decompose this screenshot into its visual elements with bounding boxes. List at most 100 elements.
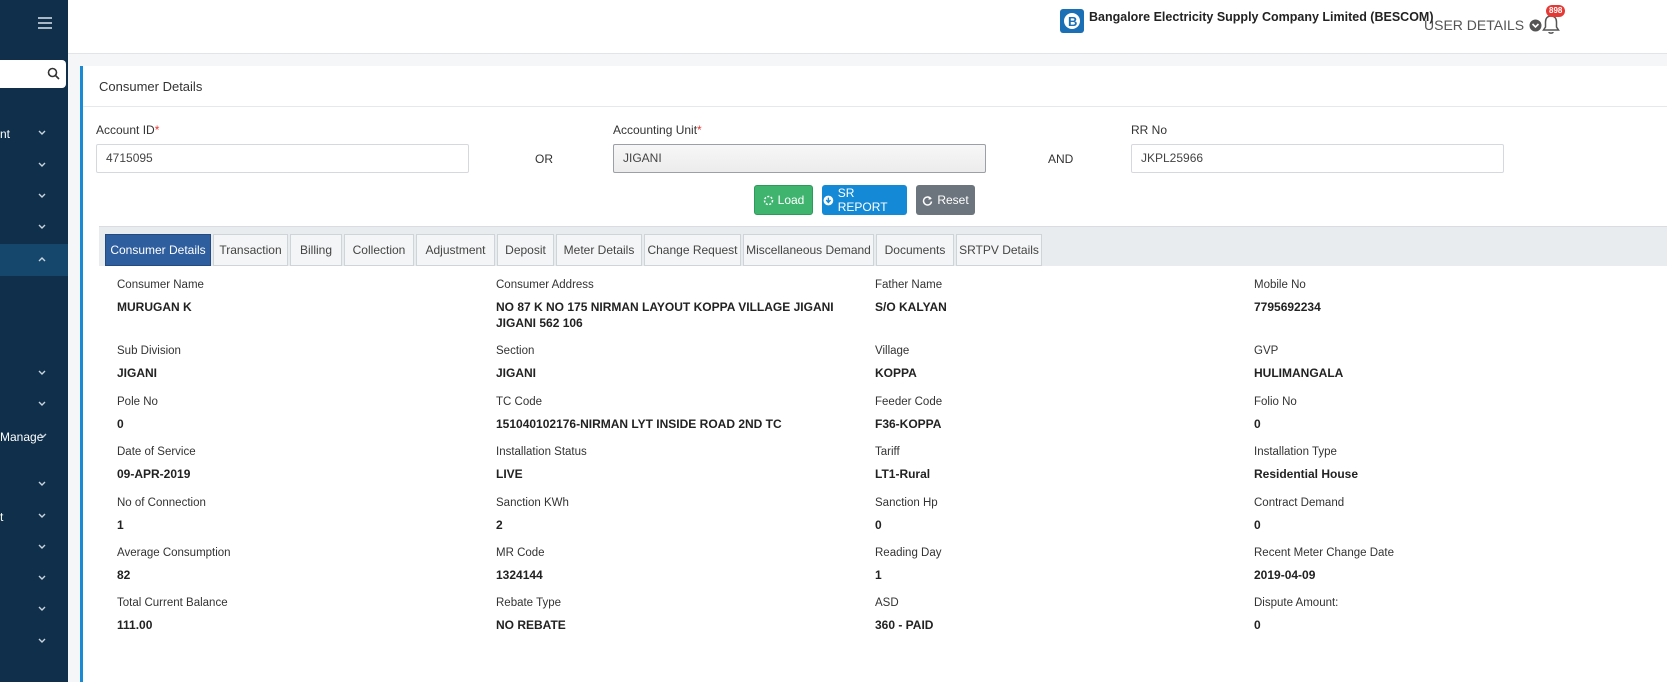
field-label: Date of Service xyxy=(117,446,196,458)
field-label: Total Current Balance xyxy=(117,597,228,609)
field-value: LT1-Rural xyxy=(875,467,931,481)
sidebar-item[interactable] xyxy=(0,395,68,415)
field-value: 1 xyxy=(875,568,882,582)
sidebar-item-label: Manage xyxy=(0,430,44,444)
field-value: 111.00 xyxy=(117,618,153,632)
sidebar-search-input[interactable] xyxy=(0,60,66,88)
tab-srtpv-details[interactable]: SRTPV Details xyxy=(956,234,1042,266)
accounting-unit-select[interactable]: JIGANI xyxy=(613,144,986,173)
sidebar-item[interactable]: t xyxy=(0,507,68,527)
field-label: Folio No xyxy=(1254,396,1297,408)
field-label: Reading Day xyxy=(875,547,942,559)
field-value: JIGANI xyxy=(117,366,158,380)
sidebar-item[interactable]: nt xyxy=(0,124,68,144)
sidebar-item[interactable] xyxy=(0,600,68,620)
reset-button[interactable]: Reset xyxy=(916,185,975,215)
search-icon xyxy=(47,67,60,80)
sidebar-item[interactable] xyxy=(0,156,68,176)
sr-report-label: SR REPORT xyxy=(837,186,888,214)
field-value: HULIMANGALA xyxy=(1254,366,1344,380)
chevron-down-icon xyxy=(38,162,46,167)
sidebar-item[interactable] xyxy=(0,569,68,589)
field-value: LIVE xyxy=(496,467,523,481)
field-label: Recent Meter Change Date xyxy=(1254,547,1394,559)
sidebar-item[interactable] xyxy=(0,475,68,495)
user-details-menu[interactable]: USER DETAILS xyxy=(1424,17,1542,33)
field-label: Village xyxy=(875,345,910,357)
field-label: Average Consumption xyxy=(117,547,231,559)
field-label: ASD xyxy=(875,597,899,609)
load-label: Load xyxy=(777,193,805,207)
svg-text:B: B xyxy=(1068,14,1077,29)
field-label: Tariff xyxy=(875,446,900,458)
field-label: Feeder Code xyxy=(875,396,943,408)
chevron-down-icon xyxy=(38,544,46,549)
field-value: 09-APR-2019 xyxy=(117,467,191,481)
rr-no-label: RR No xyxy=(1131,123,1168,137)
download-icon xyxy=(823,195,834,205)
chevron-down-icon xyxy=(38,575,46,580)
field-value: NO REBATE xyxy=(496,618,566,632)
field-label: Pole No xyxy=(117,396,158,408)
tab-consumer-details[interactable]: Consumer Details xyxy=(105,234,211,266)
field-label: No of Connection xyxy=(117,497,206,509)
menu-toggle-icon[interactable] xyxy=(38,17,52,29)
sidebar-item[interactable] xyxy=(0,218,68,238)
tab-miscellaneous-demand[interactable]: Miscellaneous Demand xyxy=(743,234,874,266)
field-value: 2019-04-09 xyxy=(1254,568,1316,582)
field-value: 0 xyxy=(1254,618,1261,632)
field-label: Mobile No xyxy=(1254,279,1306,291)
field-value: MURUGAN K xyxy=(117,300,192,314)
field-value: KOPPA xyxy=(875,366,917,380)
tab-change-request[interactable]: Change Request xyxy=(644,234,741,266)
refresh-icon xyxy=(923,195,933,206)
field-value: 151040102176-NIRMAN LYT INSIDE ROAD 2ND … xyxy=(496,417,782,431)
field-value: Residential House xyxy=(1254,467,1359,481)
field-value: 360 - PAID xyxy=(875,618,934,632)
sr-report-button[interactable]: SR REPORT xyxy=(822,185,907,215)
field-label: Rebate Type xyxy=(496,597,562,609)
field-value: 0 xyxy=(1254,417,1261,431)
tab-meter-details[interactable]: Meter Details xyxy=(556,234,642,266)
sidebar-item[interactable] xyxy=(0,244,68,276)
chevron-down-icon xyxy=(38,130,46,135)
account-id-input[interactable]: 4715095 xyxy=(96,144,469,173)
consumer-details-card: Consumer Details Account ID* 4715095 OR … xyxy=(80,66,1667,682)
spinner-icon xyxy=(763,195,773,205)
field-label: Consumer Name xyxy=(117,279,204,291)
field-value: 0 xyxy=(1254,518,1261,532)
sidebar-item[interactable] xyxy=(0,538,68,558)
or-label: OR xyxy=(535,152,553,166)
field-value: 7795692234 xyxy=(1254,300,1321,314)
sidebar-item[interactable] xyxy=(0,187,68,207)
chevron-down-icon xyxy=(38,224,46,229)
page-title: Consumer Details xyxy=(99,79,203,94)
load-button[interactable]: Load xyxy=(754,185,813,215)
sidebar-item[interactable] xyxy=(0,364,68,384)
account-id-label: Account ID* xyxy=(96,123,160,137)
field-label: Sub Division xyxy=(117,345,181,357)
field-label: Father Name xyxy=(875,279,943,291)
chevron-down-icon xyxy=(38,481,46,486)
tab-transaction[interactable]: Transaction xyxy=(213,234,288,266)
field-label: Contract Demand xyxy=(1254,497,1345,509)
tab-collection[interactable]: Collection xyxy=(344,234,414,266)
chevron-down-icon xyxy=(38,370,46,375)
company-name: Bangalore Electricity Supply Company Lim… xyxy=(1089,10,1434,24)
and-label: AND xyxy=(1048,152,1074,166)
tab-adjustment[interactable]: Adjustment xyxy=(416,234,495,266)
field-value: 2 xyxy=(496,518,503,532)
tab-deposit[interactable]: Deposit xyxy=(497,234,554,266)
sidebar-item[interactable] xyxy=(0,632,68,652)
chevron-down-icon xyxy=(38,606,46,611)
tab-documents[interactable]: Documents xyxy=(876,234,954,266)
tab-billing[interactable]: Billing xyxy=(290,234,342,266)
sidebar-item[interactable]: Manage xyxy=(0,427,68,447)
field-value: 1324144 xyxy=(496,568,543,582)
field-label: Section xyxy=(496,345,535,357)
chevron-down-icon xyxy=(38,193,46,198)
sidebar-item-label: t xyxy=(0,510,4,524)
chevron-down-icon xyxy=(38,513,46,518)
rr-no-input[interactable]: JKPL25966 xyxy=(1131,144,1504,173)
field-label: Installation Type xyxy=(1254,446,1337,458)
